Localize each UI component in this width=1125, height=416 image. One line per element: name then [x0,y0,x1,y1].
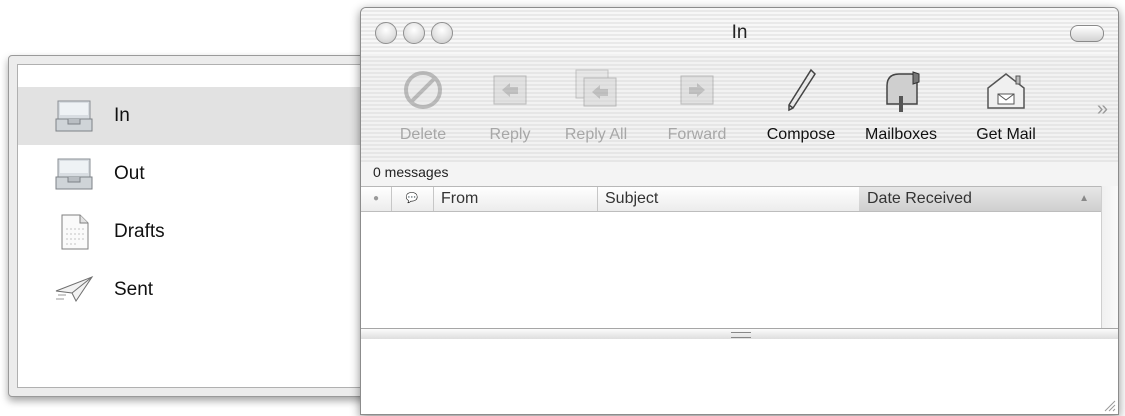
toolbar-label: Get Mail [976,126,1036,143]
toolbar-label: Delete [399,126,447,143]
mailbox-label: Out [114,163,145,184]
toolbar-label: Reply All [564,126,628,143]
mailboxes-button[interactable]: Mailboxes [853,54,949,162]
reply-icon [493,75,527,105]
toolbar-toggle-button[interactable] [1070,25,1104,42]
mailbox-label: Drafts [114,221,165,242]
reply-all-button[interactable]: Reply All [563,54,629,162]
column-header-subject[interactable]: Subject [597,187,860,211]
paper-plane-icon [55,275,94,302]
splitter-grip-icon [731,332,751,338]
mailbox-label: In [114,105,130,126]
mailbox-label: Sent [114,279,154,300]
resize-grip-icon[interactable] [1102,398,1116,412]
get-mail-button[interactable]: Get Mail [963,54,1049,162]
mailbox-item-drafts[interactable]: Drafts [18,203,369,261]
mailbox-list: In Out Drafts Sent [17,64,369,388]
column-header-flag[interactable]: 💬 [391,187,434,211]
column-header-date-received[interactable]: Date Received ▲ [859,187,1102,211]
inbox-tray-icon [55,100,93,132]
sort-ascending-icon: ▲ [1079,193,1089,204]
pen-icon [788,68,816,112]
mailbox-item-sent[interactable]: Sent [18,261,369,319]
column-header-from[interactable]: From [433,187,598,211]
mailbox-icon [886,71,920,112]
column-header-row: ● 💬 From Subject Date Received ▲ [361,187,1102,212]
column-header-status[interactable]: ● [361,187,392,211]
title-bar[interactable]: In [361,8,1118,54]
toolbar-label: Reply [489,126,531,143]
reply-button[interactable]: Reply [488,54,532,162]
message-list[interactable]: ● 💬 From Subject Date Received ▲ [361,186,1102,329]
mail-window: In Delete Reply Reply All Forward Compos… [360,7,1119,415]
window-title: In [731,22,748,43]
toolbar-label: Forward [667,126,727,143]
forward-button[interactable]: Forward [663,54,731,162]
delete-button[interactable]: Delete [395,54,451,162]
mailbox-item-out[interactable]: Out [18,145,369,203]
toolbar: Delete Reply Reply All Forward Compose M… [361,54,1118,162]
draft-document-icon [61,214,89,250]
message-preview-pane [361,339,1118,414]
get-mail-icon [987,73,1025,109]
delete-icon [404,71,442,109]
outbox-tray-icon [55,158,93,190]
forward-icon [680,75,714,105]
compose-button[interactable]: Compose [757,54,845,162]
mailbox-drawer: In Out Drafts Sent [8,55,370,397]
reply-all-icon [575,69,617,107]
mailbox-item-in[interactable]: In [18,87,369,145]
message-count: 0 messages [373,164,449,180]
message-list-scrollbar[interactable] [1101,186,1118,328]
toolbar-overflow-button[interactable]: » [1097,98,1108,121]
